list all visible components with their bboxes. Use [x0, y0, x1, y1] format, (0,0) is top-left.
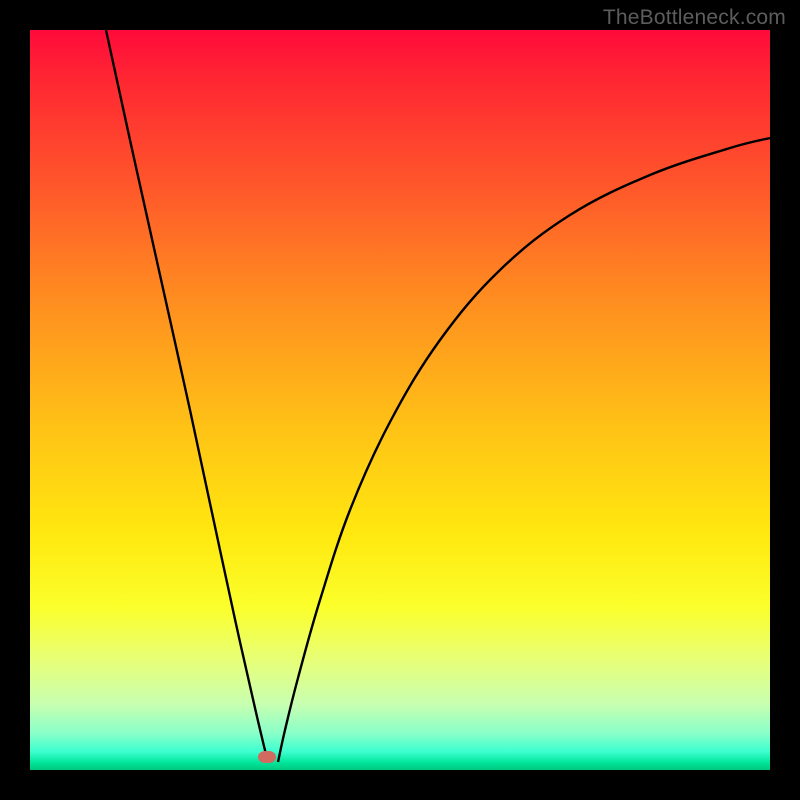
optimum-marker	[258, 751, 276, 763]
bottleneck-curve	[30, 30, 770, 770]
curve-left-branch	[106, 30, 268, 762]
plot-area	[30, 30, 770, 770]
curve-right-branch	[278, 138, 770, 762]
watermark-text: TheBottleneck.com	[603, 6, 786, 30]
